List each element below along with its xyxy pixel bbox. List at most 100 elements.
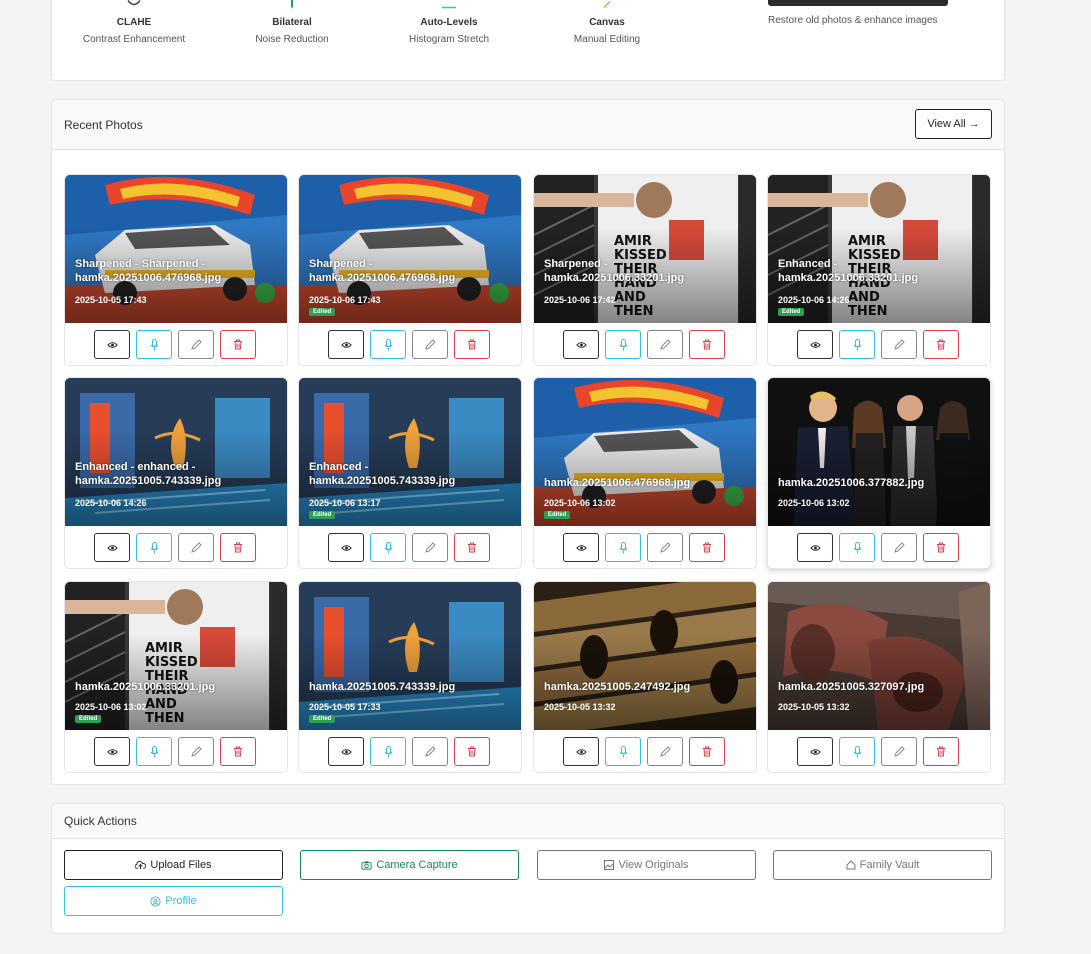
photo-actions [94, 533, 256, 562]
profile-label: Profile [165, 895, 197, 907]
edit-button[interactable] [881, 737, 917, 766]
edit-button[interactable] [881, 330, 917, 359]
camera-icon [361, 861, 372, 870]
delete-button[interactable] [923, 737, 959, 766]
voice-button[interactable] [136, 533, 172, 562]
photo-card[interactable]: Sharpened - Sharpened - hamka.20251006.4… [64, 174, 288, 366]
photo-card[interactable]: AMIR KISSED THEIR HAND AND THEN hamka.20… [64, 581, 288, 773]
voice-button[interactable] [839, 330, 875, 359]
edit-button[interactable] [412, 737, 448, 766]
view-button[interactable] [797, 533, 833, 562]
voice-button[interactable] [605, 330, 641, 359]
view-button[interactable] [328, 737, 364, 766]
delete-button[interactable] [454, 533, 490, 562]
feature-title: Auto-Levels [420, 17, 478, 28]
view-button[interactable] [563, 330, 599, 359]
delete-button[interactable] [689, 533, 725, 562]
start-button[interactable] [768, 0, 948, 6]
view-button[interactable] [797, 330, 833, 359]
delete-button[interactable] [923, 330, 959, 359]
pencil-icon [190, 339, 202, 350]
view-button[interactable] [563, 533, 599, 562]
edit-button[interactable] [647, 330, 683, 359]
photo-date: 2025-10-05 17:33 [309, 702, 381, 712]
view-button[interactable] [94, 330, 130, 359]
photo-card[interactable]: Enhanced - hamka.20251005.743339.jpg 202… [298, 377, 522, 569]
delete-button[interactable] [454, 330, 490, 359]
edit-button[interactable] [178, 330, 214, 359]
quick-actions-title: Quick Actions [64, 814, 137, 828]
voice-button[interactable] [136, 737, 172, 766]
edit-button[interactable] [178, 533, 214, 562]
view-button[interactable] [94, 737, 130, 766]
edit-button[interactable] [412, 533, 448, 562]
trash-icon [234, 746, 242, 757]
view-all-button[interactable]: View All → [915, 109, 992, 139]
voice-button[interactable] [370, 330, 406, 359]
photo-thumbnail[interactable]: AMIR KISSED THEIR HAND AND THEN Enhanced… [768, 175, 990, 323]
photo-date: 2025-10-05 13:32 [544, 702, 616, 712]
photo-card[interactable]: hamka.20251005.247492.jpg 2025-10-05 13:… [533, 581, 757, 773]
feature-canvas: Canvas Manual Editing [564, 0, 650, 45]
profile-button[interactable]: Profile [64, 886, 283, 916]
feature-clahe: CLAHE Contrast Enhancement [82, 0, 186, 45]
view-originals-button[interactable]: View Originals [537, 850, 756, 880]
delete-button[interactable] [689, 737, 725, 766]
photo-thumbnail[interactable]: AMIR KISSED THEIR HAND AND THEN hamka.20… [65, 582, 287, 730]
photo-card[interactable]: Enhanced - enhanced - hamka.20251005.743… [64, 377, 288, 569]
edit-button[interactable] [412, 330, 448, 359]
photo-card[interactable]: hamka.20251006.476968.jpg 2025-10-06 13:… [533, 377, 757, 569]
delete-button[interactable] [923, 533, 959, 562]
delete-button[interactable] [220, 533, 256, 562]
photo-filename: Enhanced - hamka.20251005.743339.jpg [309, 461, 456, 487]
voice-button[interactable] [839, 737, 875, 766]
voice-button[interactable] [605, 737, 641, 766]
view-button[interactable] [563, 737, 599, 766]
edit-button[interactable] [178, 737, 214, 766]
edited-badge: Edited [75, 715, 102, 723]
photo-card[interactable]: AMIR KISSED THEIR HAND AND THEN Sharpene… [533, 174, 757, 366]
photo-card[interactable]: hamka.20251006.377882.jpg 2025-10-06 13:… [767, 377, 991, 569]
view-button[interactable] [328, 330, 364, 359]
view-button[interactable] [328, 533, 364, 562]
photo-thumbnail[interactable]: Sharpened - Sharpened - hamka.20251006.4… [65, 175, 287, 323]
camera-capture-button[interactable]: Camera Capture [300, 850, 519, 880]
edit-button[interactable] [881, 533, 917, 562]
upload-files-label: Upload Files [150, 859, 212, 871]
view-button[interactable] [94, 533, 130, 562]
photo-actions [797, 737, 959, 766]
filter-icon [291, 0, 293, 8]
voice-button[interactable] [370, 737, 406, 766]
photo-thumbnail[interactable]: Enhanced - hamka.20251005.743339.jpg 202… [299, 378, 521, 526]
delete-button[interactable] [220, 737, 256, 766]
photo-thumbnail[interactable]: hamka.20251006.377882.jpg 2025-10-06 13:… [768, 378, 990, 526]
photo-actions [328, 330, 490, 359]
edit-button[interactable] [647, 533, 683, 562]
voice-button[interactable] [605, 533, 641, 562]
photo-thumbnail[interactable]: hamka.20251005.743339.jpg 2025-10-05 17:… [299, 582, 521, 730]
photo-thumbnail[interactable]: hamka.20251005.247492.jpg 2025-10-05 13:… [534, 582, 756, 730]
edit-button[interactable] [647, 737, 683, 766]
photo-date: 2025-10-06 17:42 [544, 295, 616, 305]
voice-button[interactable] [370, 533, 406, 562]
family-vault-button[interactable]: Family Vault [773, 850, 992, 880]
photo-thumbnail[interactable]: hamka.20251005.327097.jpg 2025-10-05 13:… [768, 582, 990, 730]
delete-button[interactable] [689, 330, 725, 359]
feature-autolevels: Auto-Levels Histogram Stretch [398, 0, 500, 45]
delete-button[interactable] [454, 737, 490, 766]
voice-button[interactable] [839, 533, 875, 562]
photo-thumbnail[interactable]: Sharpened - hamka.20251006.476968.jpg 20… [299, 175, 521, 323]
voice-button[interactable] [136, 330, 172, 359]
photo-card[interactable]: hamka.20251005.327097.jpg 2025-10-05 13:… [767, 581, 991, 773]
photo-thumbnail[interactable]: hamka.20251006.476968.jpg 2025-10-06 13:… [534, 378, 756, 526]
trash-icon [468, 746, 476, 757]
view-button[interactable] [797, 737, 833, 766]
photo-card[interactable]: Sharpened - hamka.20251006.476968.jpg 20… [298, 174, 522, 366]
photo-card[interactable]: AMIR KISSED THEIR HAND AND THEN Enhanced… [767, 174, 991, 366]
photo-thumbnail[interactable]: AMIR KISSED THEIR HAND AND THEN Sharpene… [534, 175, 756, 323]
photo-card[interactable]: hamka.20251005.743339.jpg 2025-10-05 17:… [298, 581, 522, 773]
upload-files-button[interactable]: Upload Files [64, 850, 283, 880]
photo-thumbnail[interactable]: Enhanced - enhanced - hamka.20251005.743… [65, 378, 287, 526]
delete-button[interactable] [220, 330, 256, 359]
quick-actions-header: Quick Actions [52, 804, 1004, 839]
